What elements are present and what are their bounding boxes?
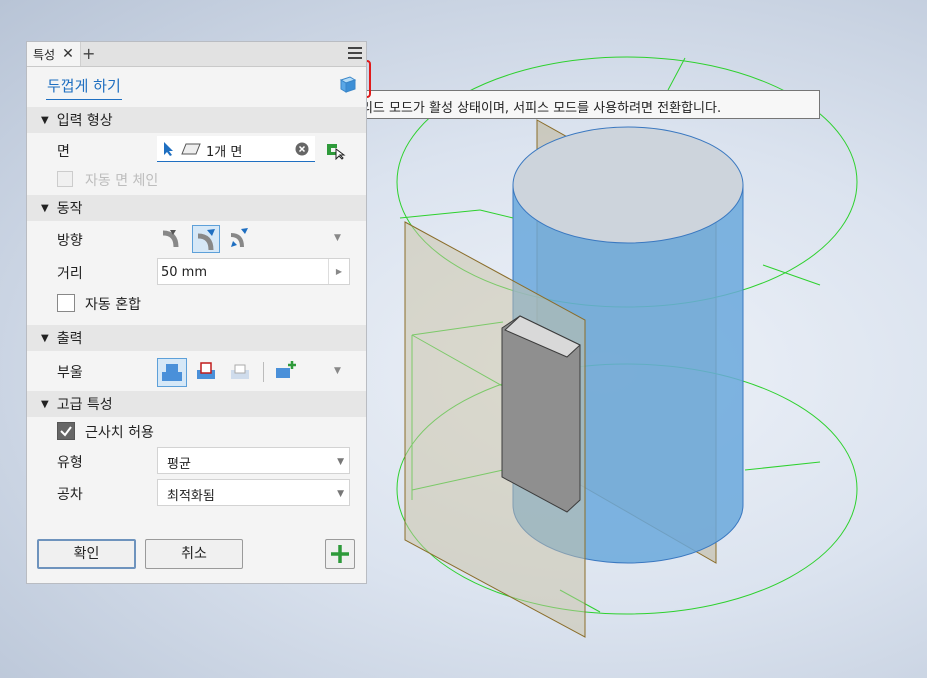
boolean-row: 부울 ▼ bbox=[27, 351, 366, 391]
section-behavior[interactable]: ▼ 동작 bbox=[27, 195, 366, 221]
approx-row: 근사치 허용 bbox=[27, 417, 366, 447]
solid-mode-icon[interactable] bbox=[338, 74, 358, 94]
face-icon bbox=[181, 143, 201, 155]
face-row: 면 1개 면 bbox=[27, 133, 366, 165]
type-select[interactable]: 평균 ▼ bbox=[157, 447, 350, 474]
type-label: 유형 bbox=[57, 455, 83, 471]
cylinder-top-face bbox=[512, 126, 744, 244]
intersect-icon bbox=[231, 364, 249, 379]
section-title: 고급 특성 bbox=[56, 397, 113, 413]
cancel-button[interactable]: 취소 bbox=[145, 539, 243, 569]
distance-value: 50 mm bbox=[161, 265, 208, 280]
join-icon bbox=[162, 364, 182, 381]
auto-blend-label: 자동 혼합 bbox=[85, 297, 141, 313]
distance-menu-arrow-icon[interactable]: ▶ bbox=[328, 259, 349, 284]
close-icon[interactable]: ✕ bbox=[62, 46, 74, 62]
tolerance-row: 공차 최적화됨 ▼ bbox=[27, 479, 366, 516]
boolean-cut-button[interactable] bbox=[193, 358, 221, 386]
direction-symmetric-icon bbox=[230, 228, 248, 248]
auto-chain-label: 자동 면 체인 bbox=[85, 173, 159, 189]
direction-row: 방향 ▼ bbox=[27, 221, 366, 255]
distance-input[interactable]: 50 mm ▶ bbox=[157, 258, 350, 285]
tolerance-select[interactable]: 최적화됨 ▼ bbox=[157, 479, 350, 506]
boolean-intersect-button[interactable] bbox=[227, 358, 255, 386]
ok-button[interactable]: 확인 bbox=[37, 539, 136, 569]
panel-tabbar: 특성 ✕ + bbox=[27, 42, 366, 67]
boolean-label: 부울 bbox=[57, 365, 83, 381]
section-input-geometry[interactable]: ▼ 입력 형상 bbox=[27, 107, 366, 133]
divider bbox=[263, 362, 264, 382]
approx-checkbox[interactable] bbox=[57, 422, 75, 440]
direction-label: 방향 bbox=[57, 233, 83, 249]
tolerance-value: 최적화됨 bbox=[167, 489, 215, 504]
auto-blend-row: 자동 혼합 bbox=[27, 287, 366, 317]
properties-panel: 특성 ✕ + 두껍게 하기 ▼ 입력 형상 면 1개 면 자동 면 체인 ▼ 동… bbox=[26, 41, 367, 584]
collapse-triangle-icon: ▼ bbox=[41, 114, 49, 126]
flip-face-icon[interactable] bbox=[324, 140, 346, 160]
plus-icon bbox=[331, 545, 349, 563]
type-row: 유형 평균 ▼ bbox=[27, 447, 366, 479]
add-tab-icon[interactable]: + bbox=[82, 44, 95, 63]
direction-default-button[interactable] bbox=[158, 225, 186, 253]
approx-label: 근사치 허용 bbox=[85, 425, 154, 441]
chevron-down-icon: ▼ bbox=[337, 457, 344, 467]
section-advanced[interactable]: ▼ 고급 특성 bbox=[27, 391, 366, 417]
type-value: 평균 bbox=[167, 457, 191, 472]
check-icon bbox=[60, 426, 72, 437]
distance-label: 거리 bbox=[57, 266, 83, 282]
hamburger-menu-icon[interactable] bbox=[348, 47, 362, 62]
section-title: 출력 bbox=[56, 331, 83, 347]
collapse-triangle-icon: ▼ bbox=[41, 332, 49, 344]
tooltip: 솔리드 모드가 활성 상태이며, 서피스 모드를 사용하려면 전환합니다. bbox=[342, 90, 820, 119]
auto-chain-checkbox[interactable] bbox=[57, 171, 73, 187]
tab-properties[interactable]: 특성 ✕ bbox=[27, 42, 81, 66]
face-value: 1개 면 bbox=[206, 145, 243, 160]
tolerance-label: 공차 bbox=[57, 487, 83, 503]
direction-flipped-icon bbox=[197, 229, 215, 251]
select-arrow-icon bbox=[164, 142, 173, 156]
command-title[interactable]: 두껍게 하기 bbox=[46, 75, 122, 100]
distance-row: 거리 50 mm ▶ bbox=[27, 255, 366, 287]
apply-plus-button[interactable] bbox=[325, 539, 355, 569]
direction-symmetric-button[interactable] bbox=[226, 225, 254, 253]
face-selector[interactable]: 1개 면 bbox=[157, 136, 315, 162]
face-label: 면 bbox=[57, 144, 70, 160]
auto-chain-row: 자동 면 체인 bbox=[27, 165, 366, 195]
direction-dropdown-icon[interactable]: ▼ bbox=[334, 233, 341, 243]
section-title: 입력 형상 bbox=[56, 113, 113, 129]
clear-icon[interactable] bbox=[295, 142, 309, 156]
section-output[interactable]: ▼ 출력 bbox=[27, 325, 366, 351]
section-title: 동작 bbox=[56, 201, 83, 217]
direction-flipped-button[interactable] bbox=[192, 225, 220, 253]
auto-blend-checkbox[interactable] bbox=[57, 294, 75, 312]
tab-label: 특성 bbox=[33, 47, 56, 62]
new-solid-button[interactable] bbox=[273, 358, 301, 386]
boolean-dropdown-icon[interactable]: ▼ bbox=[334, 366, 341, 376]
collapse-triangle-icon: ▼ bbox=[41, 398, 49, 410]
cut-icon bbox=[197, 362, 215, 379]
new-solid-icon bbox=[276, 361, 296, 378]
chevron-down-icon: ▼ bbox=[337, 489, 344, 499]
boolean-join-button[interactable] bbox=[157, 358, 187, 387]
collapse-triangle-icon: ▼ bbox=[41, 202, 49, 214]
direction-default-icon bbox=[162, 230, 179, 248]
